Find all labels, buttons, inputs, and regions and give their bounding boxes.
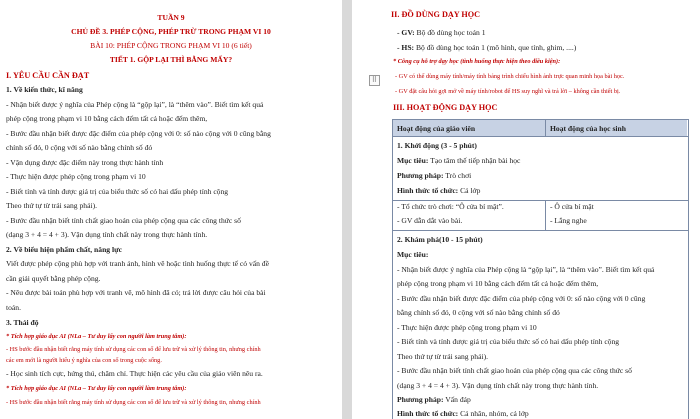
table-line: - Bước đầu nhận biết được đặc điểm của p… [397, 294, 646, 303]
table-header-gv: Hoạt động của giáo viên [397, 124, 476, 133]
table-line: bằng chính số đó, 0 cộng với số nào bằng… [397, 308, 560, 317]
text-line: - Bước đầu nhận biết được đặc điểm của p… [6, 129, 271, 138]
topic-title: CHỦ ĐỀ 3. PHÉP CỘNG, PHÉP TRỪ TRONG PHẠM… [71, 27, 271, 36]
table-header-hs: Hoạt động của học sinh [550, 124, 626, 133]
text-line: phép cộng trong phạm vi 10 bằng cách đếm… [6, 114, 208, 123]
text-line: - Biết tính và tính được giá trị của biể… [6, 187, 229, 196]
tool-note-line: - GV có thể dùng máy tính/máy tính bảng … [395, 73, 625, 80]
ai-note-heading: * Tích hợp giáo dục AI (NLa – Tư duy lấy… [6, 333, 187, 340]
table-line: phép cộng trong phạm vi 10 bằng cách đếm… [397, 279, 599, 288]
lesson-title: BÀI 10: PHÉP CỘNG TRONG PHẠM VI 10 (6 ti… [90, 41, 252, 50]
table-line: Hình thức tổ chức: Cá nhân, nhóm, cả lớp [397, 409, 529, 419]
table-col-divider [545, 200, 546, 230]
table-line: - Nhận biết được ý nghĩa của Phép cộng l… [397, 265, 655, 274]
form-text: Cá nhân, nhóm, cả lớp [458, 409, 529, 418]
hs-label: - HS: [397, 43, 415, 52]
sub-heading: 3. Thái độ [6, 318, 39, 327]
table-section-title: 2. Khám phá(10 - 15 phút) [397, 235, 483, 244]
text-line: chính số đó, 0 cộng với số nào bằng chín… [6, 143, 153, 152]
gv-label: - GV: [397, 28, 415, 37]
table-section-title: 1. Khởi động (3 - 5 phút) [397, 141, 477, 150]
table-line: Phương pháp: Vấn đáp [397, 395, 471, 405]
method-label: Phương pháp: [397, 171, 444, 180]
text-line: - Bước đầu nhận biết tính chất giao hoán… [6, 216, 241, 225]
table-line: - Biết tính và tính được giá trị của biể… [397, 337, 620, 346]
text-line: Viết được phép cộng phù hợp với tranh ản… [6, 259, 269, 268]
week-title: TUẦN 9 [157, 13, 185, 22]
table-line: Phương pháp: Trò chơi [397, 171, 471, 181]
text-line: toán. [6, 303, 21, 312]
sub-heading: 2. Về biểu hiện phẩm chất, năng lực [6, 245, 123, 254]
form-label: Hình thức tổ chức: [397, 409, 459, 418]
table-col-divider [545, 119, 546, 136]
text-line: cần giải quyết bằng phép cộng. [6, 274, 101, 283]
text-line: - Học sinh tích cực, hứng thú, chăm chỉ.… [6, 369, 263, 378]
left-page: TUẦN 9 CHỦ ĐỀ 3. PHÉP CỘNG, PHÉP TRỪ TRO… [0, 0, 342, 419]
section-heading: II. ĐỒ DÙNG DẠY HỌC [391, 10, 481, 19]
table-move-handle-icon[interactable]: ⠿ [369, 75, 380, 86]
text-line: Theo thứ tự từ trái sang phải). [6, 201, 98, 210]
page-gutter [342, 0, 352, 419]
text-line: - Thực hiện được phép cộng trong phạm vi… [6, 172, 146, 181]
ai-note-line: - HS bước đầu nhận biết rằng máy tính sử… [6, 399, 261, 406]
method-text: Vấn đáp [443, 395, 471, 404]
text-line: - HS: Bộ đồ dùng học toán 1 (mô hình, qu… [397, 43, 576, 53]
table-cell-gv: - Tổ chức trò chơi: “Ô cửa bí mật”. [397, 202, 504, 211]
hs-text: Bộ đồ dùng học toán 1 (mô hình, que tính… [414, 43, 577, 52]
tool-note-line: - GV đặt câu hỏi gợi mở về máy tính/robo… [395, 88, 621, 95]
tool-note-heading: * Công cụ hỗ trợ dạy học (tình huống thự… [393, 58, 561, 65]
text-line: - Vận dụng được đặc điểm này trong thực … [6, 158, 164, 167]
table-cell-hs: - Ô cửa bí mật [550, 202, 594, 211]
table-divider [392, 200, 688, 201]
table-cell-gv: - GV dẫn dắt vào bài. [397, 216, 463, 225]
ai-note-line: - HS bước đầu nhận biết rằng máy tính sử… [6, 346, 261, 353]
table-divider [392, 230, 688, 231]
method-label: Phương pháp: [397, 395, 444, 404]
table-cell-hs: - Lắng nghe [550, 216, 587, 225]
table-line: - Thực hiện được phép cộng trong phạm vi… [397, 323, 537, 332]
table-line: Theo thứ tự từ trái sang phải). [397, 352, 489, 361]
text-line: - GV: Bộ đồ dùng học toán 1 [397, 28, 486, 38]
form-label: Hình thức tổ chức: [397, 186, 459, 195]
sub-heading: 1. Về kiến thức, kĩ năng [6, 85, 83, 94]
table-divider [392, 136, 688, 137]
form-text: Cả lớp [458, 186, 481, 195]
objective-label: Mục tiêu: [397, 156, 429, 165]
objective-label: Mục tiêu: [397, 250, 429, 259]
ai-note-line: các em mới là người hiểu ý nghĩa của con… [6, 357, 162, 364]
objective-text: Tạo tâm thế tiếp nhận bài học [428, 156, 521, 165]
period-title: TIẾT 1. GỘP LẠI THÌ BẰNG MẤY? [109, 55, 233, 64]
text-line: - Nêu được bài toán phù hợp với tranh vẽ… [6, 288, 266, 297]
section-heading: III. HOẠT ĐỘNG DẠY HỌC [393, 103, 498, 112]
table-line: (dạng 3 + 4 = 4 + 3). Vận dụng tính chất… [397, 381, 599, 390]
table-line: - Bước đầu nhận biết tính chất giao hoán… [397, 366, 632, 375]
method-text: Trò chơi [443, 171, 472, 180]
text-line: (dạng 3 + 4 = 4 + 3). Vận dụng tính chất… [6, 230, 208, 239]
table-line: Hình thức tổ chức: Cả lớp [397, 186, 480, 196]
text-line: - Nhận biết được ý nghĩa của Phép cộng l… [6, 100, 264, 109]
ai-note-heading: * Tích hợp giáo dục AI (NLa – Tư duy lấy… [6, 385, 187, 392]
table-line: Mục tiêu: Tạo tâm thế tiếp nhận bài học [397, 156, 520, 166]
gv-text: Bộ đồ dùng học toán 1 [414, 28, 486, 37]
right-page: II. ĐỒ DÙNG DẠY HỌC - GV: Bộ đồ dùng học… [352, 0, 700, 419]
section-heading: I. YÊU CẦU CẦN ĐẠT [6, 71, 90, 80]
